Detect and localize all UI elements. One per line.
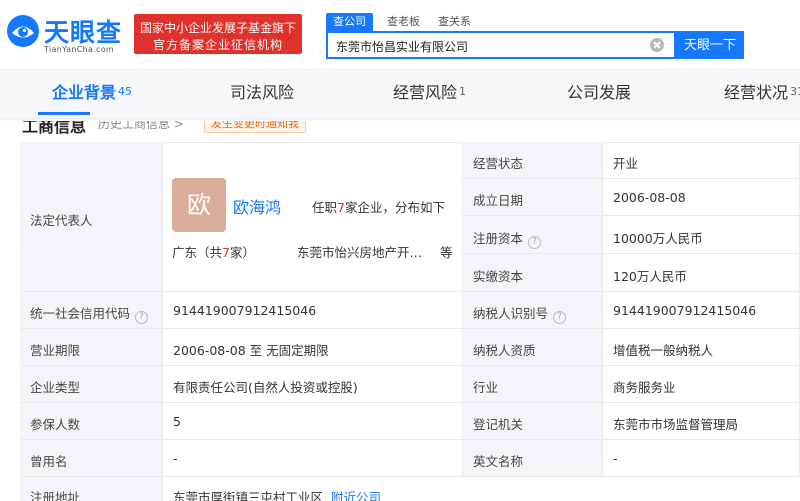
- help-icon[interactable]: ?: [553, 311, 567, 324]
- label-english-name: 英文名称: [463, 440, 603, 477]
- section-tabs: 企业背景45 司法风险 经营风险1 公司发展 经营状况31: [0, 68, 800, 118]
- value-registration-authority: 东莞市市场监督管理局: [603, 403, 800, 440]
- label-enterprise-type: 企业类型: [20, 366, 163, 403]
- label-paid-in-capital: 实缴资本: [463, 254, 603, 292]
- value-business-term: 2006-08-08 至 无固定期限: [163, 329, 463, 366]
- legal-rep-summary: 任职7家企业，分布如下: [312, 200, 445, 215]
- label-industry: 行业: [463, 366, 603, 403]
- label-business-term: 营业期限: [20, 329, 163, 366]
- value-insured-count: 5: [163, 403, 463, 440]
- legal-rep-more[interactable]: 等: [440, 242, 453, 261]
- active-tab-indicator: [38, 112, 90, 115]
- value-taxpayer-qualification: 增值税一般纳税人: [603, 329, 800, 366]
- label-insured-count: 参保人数: [20, 403, 163, 440]
- slogan-line-2: 官方备案企业征信机构: [152, 38, 283, 52]
- label-credit-code: 统一社会信用代码?: [20, 292, 163, 329]
- label-registered-capital: 注册资本?: [463, 216, 603, 254]
- value-paid-in-capital: 120万人民币: [603, 254, 800, 292]
- value-operating-status: 开业: [603, 142, 800, 179]
- tab-count: 1: [459, 85, 467, 98]
- label-former-name: 曾用名: [20, 440, 163, 477]
- label-legal-rep: 法定代表人: [20, 142, 163, 292]
- help-icon[interactable]: ?: [528, 236, 542, 249]
- slogan-line-1: 国家中小企业发展子基金旗下: [139, 21, 296, 35]
- value-taxpayer-id: 914419007912415046: [603, 292, 800, 329]
- value-registered-address: 东莞市厚街镇三屯村工业区 附近公司: [163, 477, 800, 501]
- legal-rep-name-link[interactable]: 欧海鸿: [233, 194, 281, 218]
- history-info-link[interactable]: 历史工商信息 >: [98, 121, 184, 132]
- search-tab-boss[interactable]: 查老板: [387, 13, 420, 31]
- search-tab-relation[interactable]: 查关系: [438, 13, 471, 31]
- legal-rep-company-link[interactable]: 东莞市怡兴房地产开…: [297, 242, 422, 261]
- value-former-name: -: [163, 440, 463, 477]
- tab-label: 司法风险: [230, 83, 295, 102]
- legal-rep-region[interactable]: 广东（共7家）: [172, 242, 255, 261]
- help-icon[interactable]: ?: [135, 311, 149, 324]
- top-header: 天眼查 TianYanCha.com 国家中小企业发展子基金旗下 官方备案企业征…: [0, 0, 800, 68]
- notify-on-change-button[interactable]: 发生变更时通知我: [204, 121, 306, 133]
- search-button[interactable]: 天眼一下: [676, 31, 744, 59]
- section-header: 工商信息 历史工商信息 > 发生变更时通知我: [0, 121, 800, 135]
- search-input[interactable]: 东莞市怡昌实业有限公司: [326, 31, 676, 59]
- search-tab-company[interactable]: 查公司: [326, 13, 373, 31]
- label-taxpayer-qualification: 纳税人资质: [463, 329, 603, 366]
- logo-domain: TianYanCha.com: [44, 45, 114, 54]
- tab-label: 公司发展: [567, 83, 632, 102]
- tab-business-risk[interactable]: 经营风险 1: [393, 68, 466, 118]
- tab-label: 企业背景: [52, 83, 117, 102]
- label-registration-authority: 登记机关: [463, 403, 603, 440]
- value-registered-capital: 10000万人民币: [603, 216, 800, 254]
- tianyancha-logo[interactable]: 天眼查 TianYanCha.com: [6, 10, 128, 56]
- avatar: 欧: [172, 178, 226, 232]
- section-title: 工商信息: [22, 121, 87, 135]
- eye-logo-icon: [7, 15, 39, 47]
- tab-company-development[interactable]: 公司发展: [567, 68, 631, 118]
- label-taxpayer-id: 纳税人识别号?: [463, 292, 603, 329]
- tab-label: 经营风险: [393, 83, 458, 102]
- label-registered-address: 注册地址: [20, 477, 163, 501]
- value-industry: 商务服务业: [603, 366, 800, 403]
- tab-label: 经营状况: [724, 83, 789, 102]
- clear-icon[interactable]: [650, 38, 664, 52]
- value-established-date: 2006-08-08: [603, 179, 800, 216]
- official-badge: 国家中小企业发展子基金旗下 官方备案企业征信机构: [134, 14, 302, 54]
- tab-count: 31: [790, 85, 800, 98]
- label-established-date: 成立日期: [463, 179, 603, 216]
- tab-judicial-risk[interactable]: 司法风险: [230, 68, 294, 118]
- search-input-value: 东莞市怡昌实业有限公司: [336, 40, 469, 54]
- tab-count: 45: [118, 85, 133, 98]
- value-credit-code: 914419007912415046: [163, 292, 463, 329]
- label-operating-status: 经营状态: [463, 142, 603, 179]
- logo-text: 天眼查: [44, 18, 123, 47]
- nearby-companies-link[interactable]: 附近公司: [331, 490, 381, 501]
- value-english-name: -: [603, 440, 800, 477]
- tab-business-status[interactable]: 经营状况31: [724, 68, 800, 118]
- value-enterprise-type: 有限责任公司(自然人投资或控股): [163, 366, 463, 403]
- tab-enterprise-background[interactable]: 企业背景 45: [52, 68, 132, 118]
